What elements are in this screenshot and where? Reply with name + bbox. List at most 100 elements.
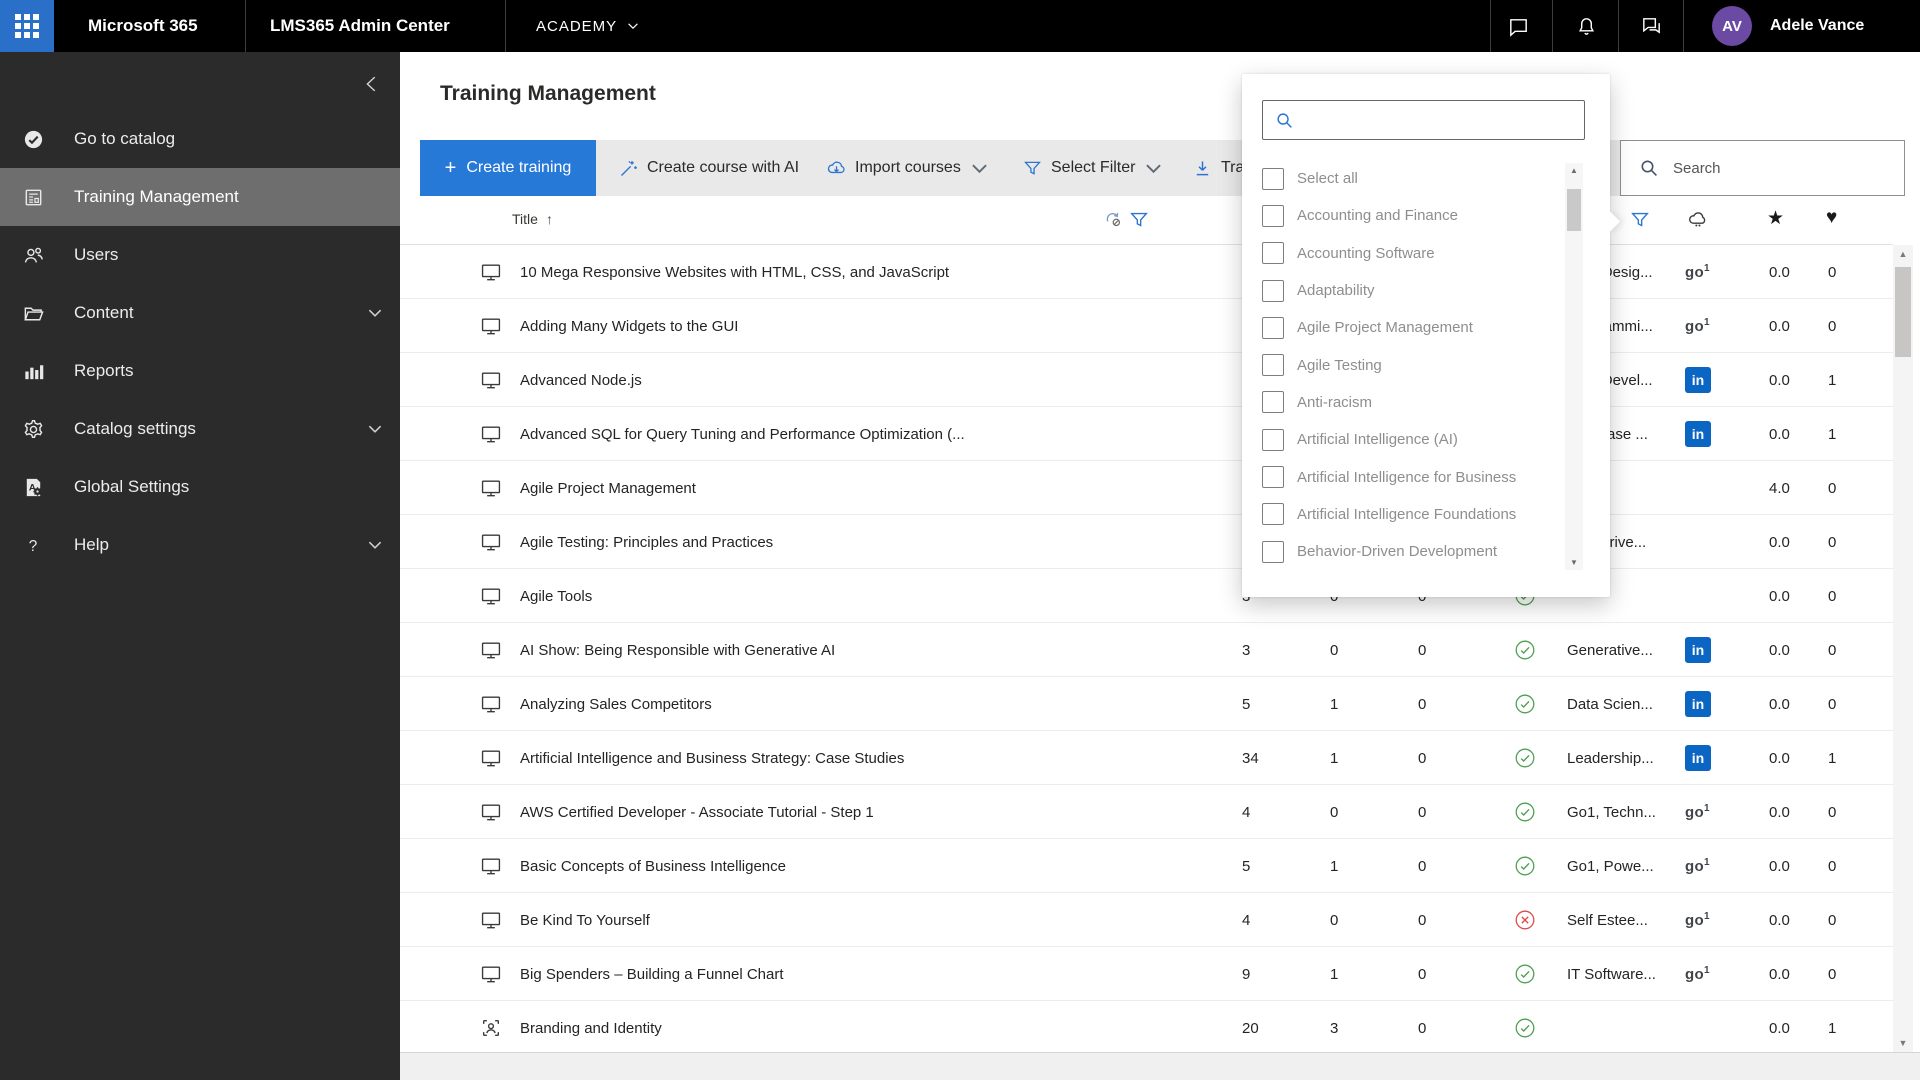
sidebar-item-help[interactable]: ? Help	[0, 516, 400, 574]
filter-option[interactable]: Artificial Intelligence (AI)	[1262, 421, 1562, 458]
sidebar-item-catalog-settings[interactable]: Catalog settings	[0, 400, 400, 458]
table-row[interactable]: Branding and Identity 20 3 0 0.0 1	[400, 1001, 1893, 1055]
avatar[interactable]: AV	[1712, 6, 1752, 46]
sidebar-item-training-management[interactable]: Training Management	[0, 168, 400, 226]
filter-option[interactable]: Agile Project Management	[1262, 309, 1562, 346]
training-title[interactable]: Agile Project Management	[520, 461, 1220, 515]
training-title[interactable]: Advanced Node.js	[520, 353, 1220, 407]
filter-search-input[interactable]	[1304, 101, 1584, 139]
checkbox[interactable]	[1262, 316, 1284, 339]
training-title[interactable]: Agile Testing: Principles and Practices	[520, 515, 1220, 569]
table-row[interactable]: Agile Testing: Principles and Practices …	[400, 515, 1893, 569]
checkbox[interactable]	[1262, 242, 1284, 265]
create-training-button[interactable]: + Create training	[420, 140, 596, 196]
training-title[interactable]: Basic Concepts of Business Intelligence	[520, 839, 1220, 893]
column-header-title[interactable]: Title ↑	[512, 211, 553, 227]
feedback-button[interactable]	[1628, 0, 1674, 52]
sidebar-item-content[interactable]: Content	[0, 284, 400, 342]
column-header-rating-star-icon[interactable]: ★	[1767, 207, 1789, 229]
sidebar-collapse-button[interactable]	[358, 70, 386, 98]
rating-value: 4.0	[1769, 479, 1790, 497]
select-filter-dropdown[interactable]: Select Filter	[1022, 140, 1164, 196]
column-header-source-cloud-icon[interactable]	[1687, 209, 1709, 231]
export-action-button[interactable]: Tra	[1192, 140, 1244, 196]
training-title[interactable]: Agile Tools	[520, 569, 1220, 623]
training-title[interactable]: Be Kind To Yourself	[520, 893, 1220, 947]
filter-option[interactable]: Artificial Intelligence for Business	[1262, 458, 1562, 495]
table-row[interactable]: Adding Many Widgets to the GUI Programmi…	[400, 299, 1893, 353]
filter-option[interactable]: Adaptability	[1262, 272, 1562, 309]
sidebar-item-global-settings[interactable]: A Global Settings	[0, 458, 400, 516]
table-row[interactable]: Advanced Node.js Web Devel... in 0.0 1	[400, 353, 1893, 407]
scrollbar-thumb[interactable]	[1895, 267, 1911, 357]
table-row[interactable]: Analyzing Sales Competitors 5 1 0 Data S…	[400, 677, 1893, 731]
filter-option[interactable]: Agile Testing	[1262, 346, 1562, 383]
checkbox[interactable]	[1262, 391, 1284, 414]
categories-filter-funnel-icon[interactable]	[1629, 209, 1651, 231]
horizontal-scrollbar[interactable]	[400, 1052, 1920, 1080]
checkbox[interactable]	[1262, 167, 1284, 190]
table-row[interactable]: Be Kind To Yourself 4 0 0 Self Estee... …	[400, 893, 1893, 947]
checkbox[interactable]	[1262, 354, 1284, 377]
table-row[interactable]: Artificial Intelligence and Business Str…	[400, 731, 1893, 785]
filter-option[interactable]: Anti-racism	[1262, 384, 1562, 421]
filter-search-box[interactable]	[1262, 100, 1585, 140]
checkbox[interactable]	[1262, 466, 1284, 489]
checkbox[interactable]	[1262, 279, 1284, 302]
tenant-dropdown[interactable]: ACADEMY	[536, 0, 640, 52]
scroll-down-arrow[interactable]: ▼	[1893, 1034, 1913, 1052]
filter-option-label: Select all	[1297, 170, 1358, 188]
filter-option[interactable]: Artificial Intelligence Foundations	[1262, 496, 1562, 533]
table-row[interactable]: Agile Project Management 4.0 0	[400, 461, 1893, 515]
import-courses-dropdown[interactable]: Import courses	[826, 140, 990, 196]
app-launcher-button[interactable]	[0, 0, 54, 52]
filter-option[interactable]: Accounting and Finance	[1262, 197, 1562, 234]
sidebar-item-users[interactable]: Users	[0, 226, 400, 284]
scroll-down-arrow[interactable]: ▼	[1565, 555, 1583, 570]
scrollbar-thumb[interactable]	[1567, 189, 1581, 231]
table-row[interactable]: Big Spenders – Building a Funnel Chart 9…	[400, 947, 1893, 1001]
checkbox[interactable]	[1262, 428, 1284, 451]
user-name[interactable]: Adele Vance	[1770, 0, 1864, 52]
scroll-up-arrow[interactable]: ▲	[1893, 245, 1913, 263]
chat-button[interactable]	[1495, 0, 1541, 52]
filter-option[interactable]: Select all	[1262, 160, 1562, 197]
checkbox[interactable]	[1262, 540, 1284, 563]
table-row[interactable]: AWS Certified Developer - Associate Tuto…	[400, 785, 1893, 839]
sidebar-item-reports[interactable]: Reports	[0, 342, 400, 400]
filter-option[interactable]: Accounting Software	[1262, 235, 1562, 272]
notifications-button[interactable]	[1563, 0, 1609, 52]
table-row[interactable]: Agile Tools 3 0 0 0.0 0	[400, 569, 1893, 623]
checkbox[interactable]	[1262, 503, 1284, 526]
count-enrolled: 34	[1242, 749, 1259, 767]
checkbox[interactable]	[1262, 204, 1284, 227]
training-title[interactable]: Analyzing Sales Competitors	[520, 677, 1220, 731]
training-title[interactable]: Advanced SQL for Query Tuning and Perfor…	[520, 407, 1220, 461]
create-course-ai-button[interactable]: Create course with AI	[618, 140, 799, 196]
training-title[interactable]: Branding and Identity	[520, 1001, 1220, 1055]
table-row[interactable]: Basic Concepts of Business Intelligence …	[400, 839, 1893, 893]
table-row[interactable]: 10 Mega Responsive Websites with HTML, C…	[400, 245, 1893, 299]
training-type-icon	[480, 569, 502, 623]
vertical-scrollbar[interactable]: ▲ ▼	[1893, 245, 1913, 1052]
filter-list-scrollbar[interactable]: ▲ ▼	[1565, 163, 1583, 570]
training-title[interactable]: Big Spenders – Building a Funnel Chart	[520, 947, 1220, 1001]
training-title[interactable]: Artificial Intelligence and Business Str…	[520, 731, 1220, 785]
search-input[interactable]	[1673, 159, 1873, 177]
column-header-likes-heart-icon[interactable]: ♥	[1826, 207, 1848, 229]
brand-microsoft365[interactable]: Microsoft 365	[88, 0, 198, 52]
table-search[interactable]	[1620, 140, 1905, 196]
sidebar-item-go-to-catalog[interactable]: Go to catalog	[0, 110, 400, 168]
linkedin-icon: in	[1685, 745, 1711, 771]
filter-option[interactable]: Behavior-Driven Development	[1262, 533, 1562, 570]
brand-admin-center[interactable]: LMS365 Admin Center	[270, 0, 450, 52]
sync-disabled-icon[interactable]	[1102, 209, 1124, 231]
scroll-up-arrow[interactable]: ▲	[1565, 163, 1583, 178]
training-title[interactable]: AI Show: Being Responsible with Generati…	[520, 623, 1220, 677]
training-title[interactable]: 10 Mega Responsive Websites with HTML, C…	[520, 245, 1220, 299]
title-filter-funnel-icon[interactable]	[1128, 209, 1150, 231]
table-row[interactable]: Advanced SQL for Query Tuning and Perfor…	[400, 407, 1893, 461]
training-title[interactable]: Adding Many Widgets to the GUI	[520, 299, 1220, 353]
training-title[interactable]: AWS Certified Developer - Associate Tuto…	[520, 785, 1220, 839]
table-row[interactable]: AI Show: Being Responsible with Generati…	[400, 623, 1893, 677]
